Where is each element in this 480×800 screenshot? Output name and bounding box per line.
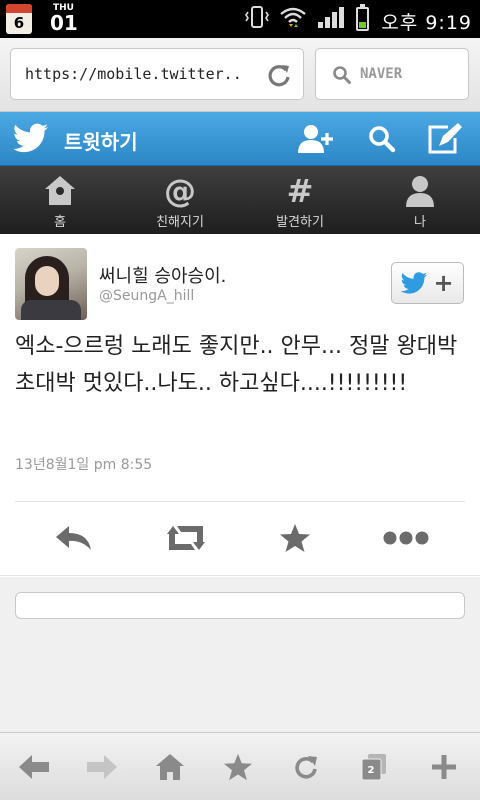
url-input[interactable]: https://mobile.twitter.. — [10, 48, 304, 100]
star-icon — [280, 524, 310, 552]
wifi-icon — [278, 5, 308, 33]
status-time: 오후 9:19 — [381, 12, 472, 34]
reply-input[interactable] — [15, 592, 465, 619]
browser-toolbar: 2 — [0, 732, 480, 800]
avatar[interactable] — [15, 248, 87, 320]
browser-url-bar: https://mobile.twitter.. NAVER — [0, 38, 480, 112]
reply-button[interactable] — [46, 516, 102, 560]
reload-button[interactable] — [265, 61, 293, 89]
back-arrow-icon — [19, 755, 49, 779]
search-icon — [369, 126, 396, 153]
compose-icon — [428, 123, 462, 154]
search-input[interactable]: NAVER — [315, 48, 469, 100]
star-icon — [224, 753, 252, 781]
search-icon — [333, 66, 351, 84]
retweet-button[interactable] — [158, 516, 214, 560]
calendar-notification-icon: 6 — [6, 4, 32, 34]
plus-icon — [432, 755, 456, 779]
person-icon — [402, 174, 438, 208]
tab-connect[interactable]: @ 친해지기 — [120, 166, 240, 234]
twitter-header: 트윗하기 — [0, 112, 480, 166]
twitter-bird-icon[interactable] — [14, 122, 50, 154]
tab-label: 나 — [414, 215, 426, 230]
tabs-button[interactable]: 2 — [354, 747, 394, 787]
display-name[interactable]: 써니힐 승아승이. — [99, 262, 226, 288]
plus-icon: + — [433, 269, 454, 297]
more-button[interactable] — [378, 516, 434, 560]
twitter-bird-icon — [401, 272, 428, 294]
search-button[interactable] — [362, 120, 402, 158]
hashtag-glyph: # — [286, 172, 314, 210]
new-tab-button[interactable] — [424, 747, 464, 787]
compose-button[interactable] — [424, 120, 464, 158]
tweet-timestamp: 13년8월1일 pm 8:55 — [15, 457, 153, 473]
forward-arrow-icon — [87, 755, 117, 779]
status-date: 01 — [50, 11, 78, 35]
url-text: https://mobile.twitter.. — [25, 65, 242, 83]
tab-label: 홈 — [54, 215, 66, 230]
reload-icon — [268, 65, 290, 87]
search-placeholder: NAVER — [360, 66, 403, 82]
page-title: 트윗하기 — [64, 130, 138, 154]
home-button[interactable] — [150, 747, 190, 787]
refresh-icon — [295, 756, 317, 779]
vibrate-icon — [244, 5, 270, 33]
tab-home[interactable]: 홈 — [0, 166, 120, 234]
bookmark-button[interactable] — [218, 747, 258, 787]
tab-me[interactable]: 나 — [360, 166, 480, 234]
forward-button[interactable] — [82, 747, 122, 787]
signal-icon — [316, 5, 348, 33]
more-icon — [383, 531, 429, 545]
add-user-icon — [298, 125, 333, 153]
reply-area — [0, 577, 480, 732]
at-icon: @ — [162, 174, 198, 208]
tweet-actions — [0, 502, 480, 574]
refresh-button[interactable] — [286, 747, 326, 787]
tab-discover[interactable]: # 발견하기 — [240, 166, 360, 234]
retweet-icon — [167, 526, 205, 550]
add-user-button[interactable] — [296, 120, 336, 158]
follow-button[interactable]: + — [391, 262, 464, 304]
favorite-button[interactable] — [267, 516, 323, 560]
tab-label: 친해지기 — [156, 215, 204, 230]
status-icons — [244, 4, 369, 33]
tab-label: 발견하기 — [276, 215, 324, 230]
tabs-count: 2 — [367, 765, 375, 776]
tweet-text: 엑소-으르렁 노래도 좋지만.. 안무... 정말 왕대박초대박 멋있다..나도… — [15, 334, 458, 396]
screen-name[interactable]: @SeungA_hill — [99, 288, 194, 304]
home-icon — [156, 754, 184, 780]
battery-icon — [356, 4, 369, 31]
reply-icon — [56, 526, 91, 550]
tweet-detail: 써니힐 승아승이. @SeungA_hill + 엑소-으르렁 노래도 좋지만.… — [0, 234, 480, 576]
hashtag-icon: # — [282, 174, 318, 208]
calendar-number: 6 — [13, 14, 25, 32]
tab-bar: 홈 @ 친해지기 # 발견하기 나 — [0, 166, 480, 234]
home-icon — [42, 174, 78, 208]
tabs-icon: 2 — [361, 753, 387, 781]
back-button[interactable] — [14, 747, 54, 787]
at-glyph: @ — [164, 172, 196, 210]
status-bar: 6 THU 01 오후 9:19 — [0, 0, 480, 38]
